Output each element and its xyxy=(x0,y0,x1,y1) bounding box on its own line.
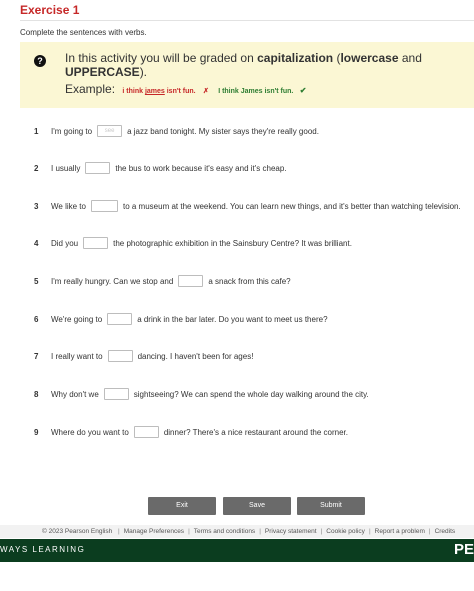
answer-input-6[interactable] xyxy=(107,313,133,325)
brand-logo: PE xyxy=(453,541,474,558)
question-text-after: dancing. I haven't been for ages! xyxy=(137,351,254,361)
question-text-before: I'm really hungry. Can we stop and xyxy=(51,276,174,286)
notice-text: In this activity you will be graded on c… xyxy=(65,51,422,79)
footer-link-privacy-statement[interactable]: Privacy statement xyxy=(265,528,317,535)
instruction-text: Complete the sentences with verbs. xyxy=(20,28,147,37)
question-text-after: the photographic exhibition in the Sains… xyxy=(113,238,352,248)
question-mark-icon: ? xyxy=(34,55,46,67)
example-label: Example: xyxy=(65,82,116,96)
question-number: 3 xyxy=(34,201,39,211)
question-text-after: a jazz band tonight. My sister says they… xyxy=(127,126,319,136)
footer-link-credits[interactable]: Credits xyxy=(435,528,456,535)
question-text-after: the bus to work because it's easy and it… xyxy=(115,163,287,173)
question-text-before: Why don't we xyxy=(51,389,99,399)
footer-separator: | xyxy=(118,528,120,535)
answer-input-3[interactable] xyxy=(90,200,118,212)
footer: © 2023 Pearson English | Manage Preferenc… xyxy=(0,525,474,538)
answer-input-8[interactable] xyxy=(103,388,129,400)
question-7: 7 I really want to dancing. I haven't been… xyxy=(34,349,256,363)
grading-notice: ? In this activity you will be graded on… xyxy=(20,42,474,108)
checkmark-icon: ✔ xyxy=(299,86,307,95)
answer-input-7[interactable] xyxy=(107,350,133,362)
question-number: 9 xyxy=(34,427,39,437)
question-number: 7 xyxy=(34,351,39,361)
answer-input-9[interactable] xyxy=(133,426,159,438)
question-number: 6 xyxy=(34,314,39,324)
question-3: 3 We like to to a museum at the weekend. Y… xyxy=(34,199,464,213)
save-button[interactable]: Save xyxy=(223,497,291,515)
exit-button[interactable]: Exit xyxy=(148,497,216,515)
answer-input-5[interactable] xyxy=(178,275,204,287)
exercise-title: Exercise 1 xyxy=(20,3,80,17)
question-text-after: dinner? There's a nice restaurant around… xyxy=(163,427,348,437)
cross-icon: ✗ xyxy=(202,88,209,95)
submit-button[interactable]: Submit xyxy=(297,497,365,515)
footer-link-cookie-policy[interactable]: Cookie policy xyxy=(326,528,365,535)
question-2: 2 I usually the bus to work because it's e… xyxy=(34,161,290,175)
question-text-after: sightseeing? We can spend the whole day … xyxy=(133,389,369,399)
footer-separator: | xyxy=(428,528,431,535)
question-number: 5 xyxy=(34,276,39,286)
question-number: 4 xyxy=(34,238,39,248)
answer-input-1[interactable]: see xyxy=(97,125,123,137)
question-number: 1 xyxy=(34,126,39,136)
question-6: 6 We're going to a drink in the bar later.… xyxy=(34,312,331,326)
question-8: 8 Why don't we sightseeing? We can spend t… xyxy=(34,387,372,401)
copyright: © 2023 Pearson English xyxy=(42,528,113,535)
question-text-after: to a museum at the weekend. You can lear… xyxy=(122,201,461,211)
brand-tagline: WAYS LEARNING xyxy=(0,545,86,554)
question-4: 4 Did you the photographic exhibition in t… xyxy=(34,236,355,250)
footer-separator: | xyxy=(188,528,190,535)
question-5: 5 I'm really hungry. Can we stop and a sna… xyxy=(34,274,294,288)
question-text-after: a drink in the bar later. Do you want to… xyxy=(137,314,328,324)
footer-link-terms-and-conditions[interactable]: Terms and conditions xyxy=(194,528,255,535)
footer-link-manage-preferences[interactable]: Manage Preferences xyxy=(124,528,184,535)
footer-separator: | xyxy=(368,528,371,535)
question-text-before: We like to xyxy=(51,201,86,211)
example-correct: I think James isn't fun. xyxy=(218,88,294,95)
example-wrong: i think james isn't fun. xyxy=(122,88,196,95)
question-1: 1 I'm going to see a jazz band tonight. My … xyxy=(34,124,322,138)
question-text-before: I'm going to xyxy=(51,126,93,136)
footer-link-report-a-problem[interactable]: Report a problem xyxy=(375,528,425,535)
question-text-before: Did you xyxy=(51,238,79,248)
question-number: 2 xyxy=(34,163,39,173)
answer-input-2[interactable] xyxy=(85,162,111,174)
example-line: Example: i think james isn't fun. ✗ I th… xyxy=(65,82,306,96)
question-text-before: Where do you want to xyxy=(51,427,129,437)
question-text-before: I usually xyxy=(51,163,81,173)
footer-separator: | xyxy=(320,528,323,535)
footer-separator: | xyxy=(259,528,261,535)
title-divider xyxy=(20,20,474,21)
answer-input-4[interactable] xyxy=(83,237,109,249)
question-number: 8 xyxy=(34,389,39,399)
question-text-after: a snack from this cafe? xyxy=(208,276,291,286)
question-9: 9 Where do you want to dinner? There's a n… xyxy=(34,425,351,439)
brand-bar: WAYS LEARNING PE xyxy=(0,539,474,562)
question-text-before: We're going to xyxy=(51,314,103,324)
question-text-before: I really want to xyxy=(51,351,103,361)
